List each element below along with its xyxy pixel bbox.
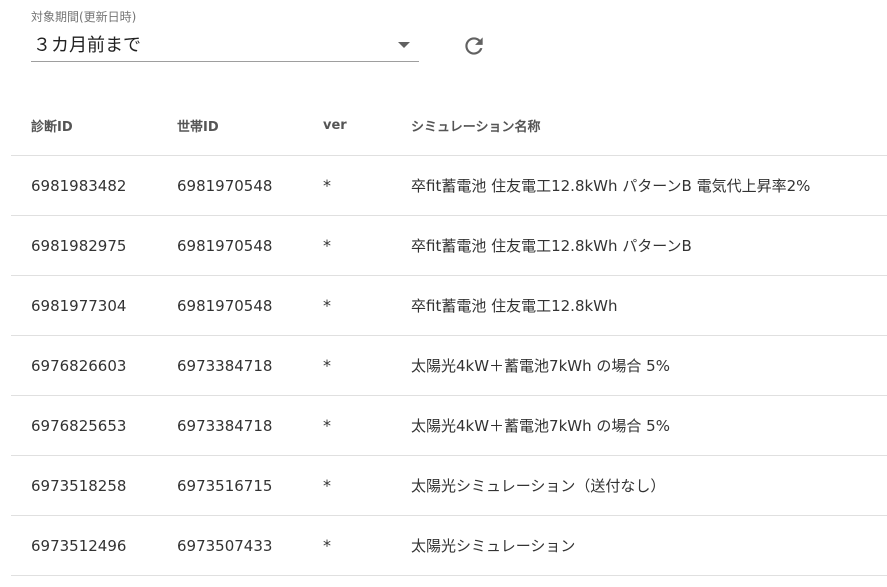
refresh-button[interactable] (461, 33, 487, 59)
diagnosis-id-cell: 6973518258 (31, 476, 127, 495)
simulation-name-cell: 卒fit蓄電池 住友電工12.8kWh (411, 297, 618, 315)
page: 対象期間(更新日時) ３カ月前まで 診断ID 世帯ID ver シミュレーション… (0, 0, 887, 587)
household-id-cell: 6981970548 (177, 296, 273, 315)
simulation-name-cell: 太陽光シミュレーション（送付なし） (411, 477, 666, 495)
diagnosis-id-cell: 6981982975 (31, 236, 127, 255)
household-id-cell: 6973516715 (177, 476, 273, 495)
ver-cell: * (323, 176, 331, 195)
diagnosis-id-cell: 6973512496 (31, 536, 127, 555)
chevron-down-icon (398, 42, 410, 48)
ver-cell: * (323, 416, 331, 435)
simulation-name-cell: 太陽光シミュレーション (411, 537, 576, 555)
diagnosis-id-cell: 6981977304 (31, 296, 127, 315)
diagnosis-id-cell: 6976826603 (31, 356, 127, 375)
period-select[interactable]: ３カ月前まで (31, 32, 419, 62)
ver-cell: * (323, 296, 331, 315)
header-household-id[interactable]: 世帯ID (177, 96, 219, 155)
table-row[interactable]: 6981982975 6981970548 * 卒fit蓄電池 住友電工12.8… (11, 216, 887, 276)
simulation-table: 診断ID 世帯ID ver シミュレーション名称 6981983482 6981… (11, 96, 887, 576)
simulation-name-cell: 卒fit蓄電池 住友電工12.8kWh パターンB (411, 237, 692, 255)
household-id-cell: 6973507433 (177, 536, 273, 555)
period-filter: 対象期間(更新日時) ３カ月前まで (31, 10, 419, 62)
simulation-name-cell: 卒fit蓄電池 住友電工12.8kWh パターンB 電気代上昇率2% (411, 177, 811, 195)
period-select-value: ３カ月前まで (33, 35, 141, 56)
header-ver[interactable]: ver (323, 96, 347, 155)
table-row[interactable]: 6981983482 6981970548 * 卒fit蓄電池 住友電工12.8… (11, 156, 887, 216)
table-header-row: 診断ID 世帯ID ver シミュレーション名称 (11, 96, 887, 156)
household-id-cell: 6981970548 (177, 176, 273, 195)
table-row[interactable]: 6976825653 6973384718 * 太陽光4kW＋蓄電池7kWh の… (11, 396, 887, 456)
header-diagnosis-id[interactable]: 診断ID (31, 96, 73, 155)
period-filter-label: 対象期間(更新日時) (31, 10, 137, 24)
simulation-name-cell: 太陽光4kW＋蓄電池7kWh の場合 5% (411, 417, 670, 435)
household-id-cell: 6981970548 (177, 236, 273, 255)
refresh-icon (465, 37, 483, 55)
ver-cell: * (323, 536, 331, 555)
ver-cell: * (323, 476, 331, 495)
diagnosis-id-cell: 6981983482 (31, 176, 127, 195)
household-id-cell: 6973384718 (177, 356, 273, 375)
ver-cell: * (323, 236, 331, 255)
table-row[interactable]: 6976826603 6973384718 * 太陽光4kW＋蓄電池7kWh の… (11, 336, 887, 396)
table-row[interactable]: 6973512496 6973507433 * 太陽光シミュレーション (11, 516, 887, 576)
ver-cell: * (323, 356, 331, 375)
household-id-cell: 6973384718 (177, 416, 273, 435)
diagnosis-id-cell: 6976825653 (31, 416, 127, 435)
table-row[interactable]: 6981977304 6981970548 * 卒fit蓄電池 住友電工12.8… (11, 276, 887, 336)
simulation-name-cell: 太陽光4kW＋蓄電池7kWh の場合 5% (411, 357, 670, 375)
table-row[interactable]: 6973518258 6973516715 * 太陽光シミュレーション（送付なし… (11, 456, 887, 516)
header-simulation-name[interactable]: シミュレーション名称 (411, 96, 540, 155)
